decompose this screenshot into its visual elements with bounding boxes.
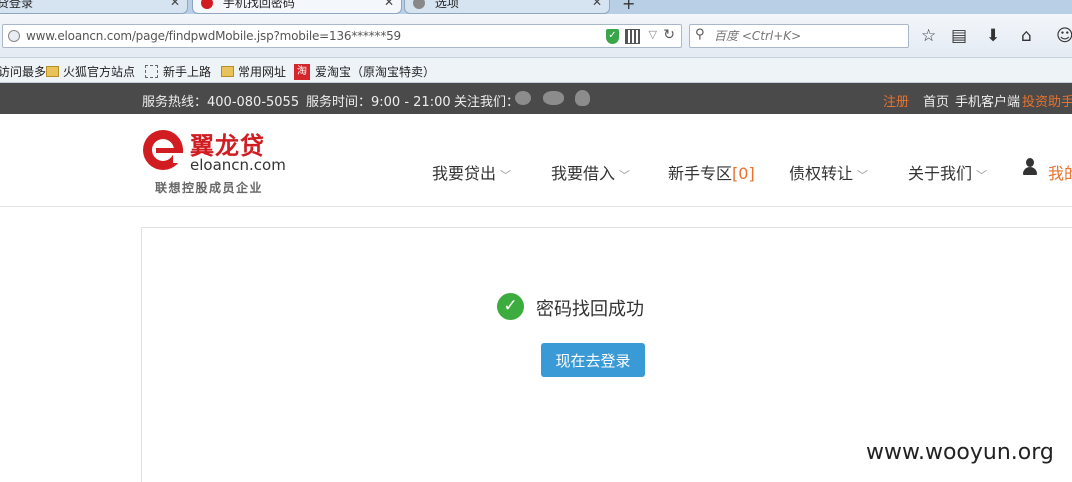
newbie-count-badge: [0]: [732, 164, 755, 183]
register-link[interactable]: 注册: [883, 91, 909, 110]
chat-icon[interactable]: ☺: [1056, 26, 1072, 46]
home-link[interactable]: 首页: [923, 91, 949, 110]
tab-find-password[interactable]: 手机找回密码 ✕: [192, 0, 402, 14]
qq-icon[interactable]: [575, 90, 590, 106]
new-tab-plus-icon[interactable]: +: [622, 0, 635, 13]
tab-options[interactable]: 选项 ✕: [404, 0, 610, 14]
success-check-icon: ✓: [497, 293, 524, 320]
home-icon[interactable]: ⌂: [1021, 26, 1032, 46]
bookmarks-bar: 访问最多 火狐官方站点 新手上路 常用网址 淘爱淘宝（原淘宝特卖）: [0, 58, 1072, 83]
watermark-text: www.wooyun.org: [866, 440, 1054, 465]
success-message: 密码找回成功: [536, 299, 644, 320]
follow-us-label: 关注我们：: [454, 95, 520, 110]
download-icon[interactable]: ⬇: [986, 26, 1000, 46]
bookmark-common-sites[interactable]: 常用网址: [221, 63, 286, 80]
browser-tab-bar: 贷登录 ✕ 手机找回密码 ✕ 选项 ✕ +: [0, 0, 1072, 14]
nav-my-account[interactable]: 我的: [1048, 160, 1072, 184]
browser-nav-toolbar: www.eloancn.com/page/findpwdMobile.jsp?m…: [0, 14, 1072, 58]
logo-tagline: 联想控股成员企业: [155, 181, 264, 195]
qr-code-icon[interactable]: [625, 29, 640, 44]
bookmark-most-visited[interactable]: 访问最多: [0, 63, 46, 80]
tab-login[interactable]: 贷登录 ✕: [0, 0, 188, 14]
nav-about-us[interactable]: 关于我们 ﹀: [908, 160, 987, 184]
nav-lend[interactable]: 我要贷出 ﹀: [432, 160, 511, 184]
close-icon[interactable]: ✕: [384, 0, 394, 9]
wechat-icon[interactable]: [543, 91, 564, 105]
bookmark-getting-started[interactable]: 新手上路: [145, 63, 211, 80]
folder-icon: [46, 66, 59, 77]
bookmark-ai-taobao[interactable]: 淘爱淘宝（原淘宝特卖）: [294, 63, 435, 81]
nav-borrow[interactable]: 我要借入 ﹀: [551, 160, 630, 184]
user-icon[interactable]: [1022, 158, 1038, 176]
dropdown-triangle-icon[interactable]: ▽: [649, 28, 657, 41]
tab-title: 手机找回密码: [222, 0, 295, 10]
site-top-bar: 服务热线：400-080-5055 服务时间：9:00 - 21:00 关注我们…: [0, 83, 1072, 114]
gear-icon: [413, 0, 425, 9]
chevron-down-icon: ﹀: [619, 169, 631, 182]
folder-icon: [221, 66, 234, 77]
logo-domain: eloancn.com: [190, 156, 286, 174]
service-time: 服务时间：9:00 - 21:00: [306, 95, 451, 110]
site-header: 翼龙贷 eloancn.com 联想控股成员企业 我要贷出 ﹀ 我要借入 ﹀ 新手专…: [0, 114, 1072, 207]
weibo-icon[interactable]: [515, 91, 531, 105]
nav-debt-transfer[interactable]: 债权转让 ﹀: [789, 160, 868, 184]
reload-icon[interactable]: ↻: [663, 27, 675, 43]
site-favicon-icon: [201, 0, 213, 9]
search-box[interactable]: ⚲: [689, 24, 909, 48]
chevron-down-icon: ﹀: [500, 169, 512, 182]
logo-icon[interactable]: [143, 130, 185, 170]
tab-title: 选项: [434, 0, 459, 10]
close-icon[interactable]: ✕: [592, 0, 602, 9]
page-icon: [145, 65, 158, 78]
chevron-down-icon: ﹀: [976, 169, 988, 182]
service-hotline: 服务热线：400-080-5055: [142, 95, 300, 110]
shield-icon[interactable]: ✓: [606, 29, 619, 44]
globe-icon: [8, 30, 20, 42]
tab-title: 贷登录: [0, 0, 34, 10]
bookmark-star-icon[interactable]: ☆: [921, 26, 936, 46]
invest-helper-link[interactable]: 投资助手: [1022, 91, 1072, 110]
bookmark-firefox-site[interactable]: 火狐官方站点: [46, 63, 135, 80]
search-icon: ⚲: [695, 27, 705, 42]
mobile-client-link[interactable]: 手机客户端: [955, 91, 1020, 110]
go-login-button[interactable]: 现在去登录: [541, 343, 645, 377]
close-icon[interactable]: ✕: [170, 0, 180, 9]
nav-newbie[interactable]: 新手专区[0]: [668, 160, 755, 184]
reading-list-icon[interactable]: ▤: [951, 26, 967, 46]
search-input[interactable]: [714, 28, 904, 44]
taobao-icon: 淘: [294, 63, 310, 80]
chevron-down-icon: ﹀: [857, 169, 869, 182]
address-bar[interactable]: www.eloancn.com/page/findpwdMobile.jsp?m…: [2, 24, 682, 48]
url-text: www.eloancn.com/page/findpwdMobile.jsp?m…: [26, 29, 401, 43]
